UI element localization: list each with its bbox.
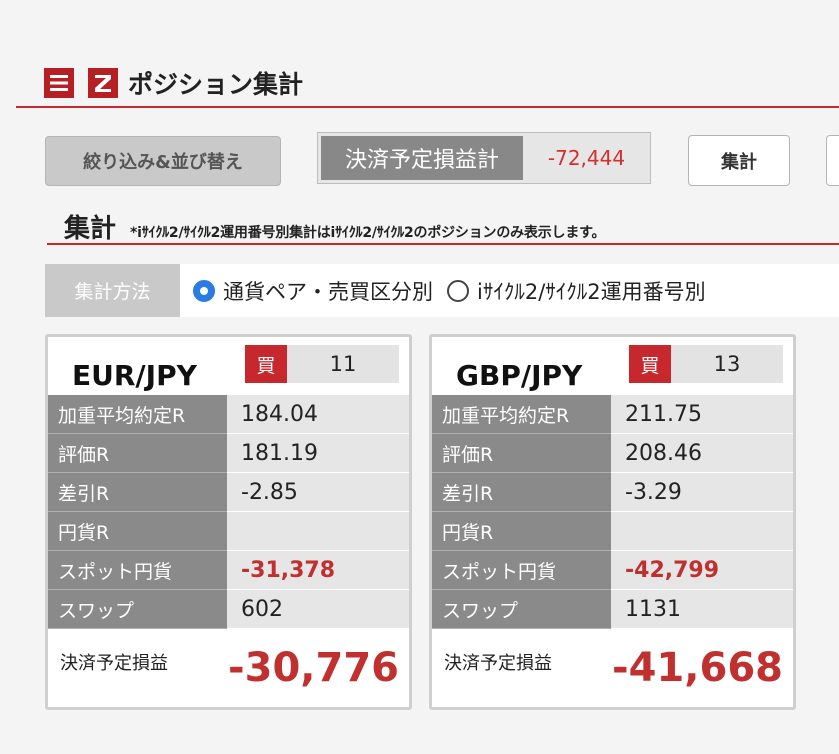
row-value: -31,378 [227,551,409,590]
currency-pair: EUR/JPY [72,359,197,392]
card-row: スポット円貨 -31,378 [48,551,409,590]
card-row: 加重平均約定R 211.75 [432,395,793,434]
currency-pair: GBP/JPY [456,359,583,392]
radio-by-pair[interactable]: 通貨ペア・売買区分別 [193,276,433,306]
header-divider [16,106,839,108]
section-divider [47,243,839,245]
row-value: -3.29 [611,473,793,512]
row-label: スワップ [48,590,227,629]
extra-button[interactable] [826,135,839,186]
planned-pl-label: 決済予定損益 [60,653,168,674]
row-value: 1131 [611,590,793,629]
row-value: 208.46 [611,434,793,473]
radio-by-cycle-number[interactable]: iｻｲｸﾙ2/ｻｲｸﾙ2運用番号別 [447,276,706,306]
page-title: ポジション集計 [128,70,304,99]
row-label: スポット円貨 [48,551,227,590]
radio-label-by-pair: 通貨ペア・売買区分別 [223,279,433,304]
position-qty: 11 [287,345,399,383]
row-value [611,512,793,551]
method-label: 集計方法 [45,264,180,317]
section-title: 集計 [64,214,117,244]
card-row: 差引R -2.85 [48,473,409,512]
card-row: スワップ 1131 [432,590,793,629]
planned-pl-label: 決済予定損益 [444,653,552,674]
filter-sort-button[interactable]: 絞り込み&並び替え [45,136,281,186]
card-row: スワップ 602 [48,590,409,629]
aggregation-method-row: 集計方法 通貨ペア・売買区分別 iｻｲｸﾙ2/ｻｲｸﾙ2運用番号別 [45,264,839,317]
total-pl-label: 決済予定損益計 [321,136,523,180]
aggregate-button[interactable]: 集計 [688,135,790,186]
card-footer: 決済予定損益 -30,776 [48,629,409,709]
card-row: 円貨R [48,512,409,551]
row-value: -42,799 [611,551,793,590]
position-card-eurjpy[interactable]: EUR/JPY 買 11 加重平均約定R 184.04 評価R 181.19 差引R… [45,334,412,710]
row-label: スポット円貨 [432,551,611,590]
row-value: 211.75 [611,395,793,434]
radio-label-by-cycle: iｻｲｸﾙ2/ｻｲｸﾙ2運用番号別 [477,279,706,304]
row-label: 円貨R [432,512,611,551]
side-badge: 買 [629,345,671,383]
row-value: 181.19 [227,434,409,473]
card-footer: 決済予定損益 -41,668 [432,629,793,709]
card-row: 評価R 208.46 [432,434,793,473]
card-header: EUR/JPY 買 11 [48,337,409,395]
card-row: 円貨R [432,512,793,551]
row-value: 184.04 [227,395,409,434]
card-row: 評価R 181.19 [48,434,409,473]
position-qty: 13 [671,345,783,383]
summary-section-header: 集計 *iｻｲｸﾙ2/ｻｲｸﾙ2運用番号別集計はiｻｲｸﾙ2/ｻｲｸﾙ2のポジシ… [64,208,606,245]
radio-unselected-icon[interactable] [447,279,469,302]
card-row: 加重平均約定R 184.04 [48,395,409,434]
total-pl-box: 決済予定損益計 -72,444 [317,132,651,184]
row-label: 円貨R [48,512,227,551]
section-note: *iｻｲｸﾙ2/ｻｲｸﾙ2運用番号別集計はiｻｲｸﾙ2/ｻｲｸﾙ2のポジションの… [130,225,606,241]
radio-selected-icon[interactable] [193,279,215,302]
side-badge: 買 [245,345,287,383]
row-value: 602 [227,590,409,629]
row-label: 差引R [432,473,611,512]
row-label: 差引R [48,473,227,512]
row-label: スワップ [432,590,611,629]
card-row: 差引R -3.29 [432,473,793,512]
row-label: 加重平均約定R [432,395,611,434]
row-label: 評価R [432,434,611,473]
card-row: スポット円貨 -42,799 [432,551,793,590]
page-header: ポジション集計 [44,66,303,100]
card-header: GBP/JPY 買 13 [432,337,793,395]
row-label: 加重平均約定R [48,395,227,434]
planned-pl-value: -41,668 [612,645,783,691]
position-card-gbpjpy[interactable]: GBP/JPY 買 13 加重平均約定R 211.75 評価R 208.46 差引R… [429,334,796,710]
total-pl-value: -72,444 [547,146,626,170]
row-label: 評価R [48,434,227,473]
menu-icon[interactable] [44,68,74,98]
position-summary-page: ポジション集計 絞り込み&並び替え 決済予定損益計 -72,444 集計 集計 … [0,0,839,754]
row-value: -2.85 [227,473,409,512]
planned-pl-value: -30,776 [228,645,399,691]
z-logo-icon [88,68,118,98]
row-value [227,512,409,551]
